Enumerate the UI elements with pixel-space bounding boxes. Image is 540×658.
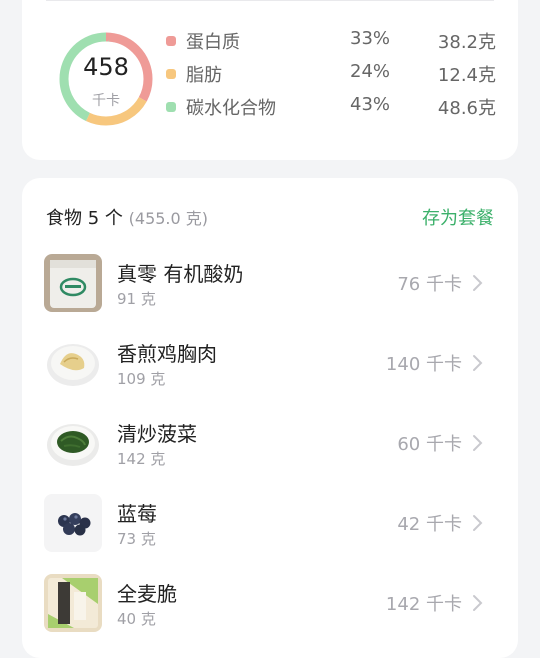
food-weight: 73 克 xyxy=(117,530,156,548)
foods-total-weight: (455.0 克) xyxy=(128,209,209,228)
food-calories: 76 千卡 xyxy=(397,274,462,295)
macro-row-carbs: 碳水化合物 43% 48.6克 xyxy=(166,94,496,120)
food-calories: 60 千卡 xyxy=(397,434,462,455)
chevron-right-icon xyxy=(473,515,483,531)
blueberry-icon xyxy=(44,494,102,552)
chevron-right-icon xyxy=(473,595,483,611)
whole-wheat-crisp-icon xyxy=(44,574,102,632)
foods-count-label: 食物 5 个 xyxy=(46,208,123,229)
chevron-right-icon xyxy=(473,435,483,451)
food-weight: 40 克 xyxy=(117,610,156,628)
food-weight: 142 克 xyxy=(117,450,166,468)
foods-title: 食物 5 个 (455.0 克) xyxy=(46,204,208,230)
food-weight: 91 克 xyxy=(117,290,156,308)
food-name: 真零 有机酸奶 xyxy=(117,262,244,286)
divider xyxy=(46,0,494,1)
foods-list-card: 食物 5 个 (455.0 克) 存为套餐 真零 有机酸奶 91 克 76 千卡 xyxy=(22,178,518,658)
chevron-right-icon xyxy=(473,275,483,291)
save-as-meal-button[interactable]: 存为套餐 xyxy=(422,204,494,230)
macro-name: 蛋白质 xyxy=(186,32,240,53)
macro-percent: 33% xyxy=(350,28,391,49)
chevron-right-icon xyxy=(473,355,483,371)
food-name: 香煎鸡胸肉 xyxy=(117,342,217,366)
food-item-row[interactable]: 清炒菠菜 142 克 60 千卡 xyxy=(44,412,496,474)
macro-percent: 24% xyxy=(350,61,391,82)
total-calories-value: 458 xyxy=(83,53,129,81)
yogurt-cup-icon xyxy=(44,254,102,312)
protein-color-dot xyxy=(166,36,176,46)
total-calories-unit: 千卡 xyxy=(92,93,120,109)
food-name: 蓝莓 xyxy=(117,502,157,526)
macro-name: 碳水化合物 xyxy=(186,98,276,119)
food-item-row[interactable]: 全麦脆 40 克 142 千卡 xyxy=(44,572,496,634)
food-item-row[interactable]: 香煎鸡胸肉 109 克 140 千卡 xyxy=(44,332,496,394)
carbs-color-dot xyxy=(166,102,176,112)
macro-amount: 38.2克 xyxy=(437,32,496,53)
spinach-dish-icon xyxy=(44,414,102,472)
macro-amount: 48.6克 xyxy=(437,98,496,119)
fat-color-dot xyxy=(166,69,176,79)
macro-amount: 12.4克 xyxy=(437,65,496,86)
food-item-row[interactable]: 真零 有机酸奶 91 克 76 千卡 xyxy=(44,252,496,314)
food-calories: 142 千卡 xyxy=(385,594,462,615)
chicken-breast-icon xyxy=(44,334,102,392)
nutrition-summary-card: 458 千卡 蛋白质 33% 38.2克 脂肪 24% 12.4克 碳水化合物 … xyxy=(22,0,518,160)
food-name: 清炒菠菜 xyxy=(117,422,197,446)
food-calories: 140 千卡 xyxy=(385,354,462,375)
food-weight: 109 克 xyxy=(117,370,166,388)
macro-row-protein: 蛋白质 33% 38.2克 xyxy=(166,28,496,54)
macro-row-fat: 脂肪 24% 12.4克 xyxy=(166,61,496,87)
food-name: 全麦脆 xyxy=(117,582,177,606)
macro-name: 脂肪 xyxy=(186,65,222,86)
food-item-row[interactable]: 蓝莓 73 克 42 千卡 xyxy=(44,492,496,554)
macro-percent: 43% xyxy=(350,94,391,115)
food-calories: 42 千卡 xyxy=(397,514,462,535)
